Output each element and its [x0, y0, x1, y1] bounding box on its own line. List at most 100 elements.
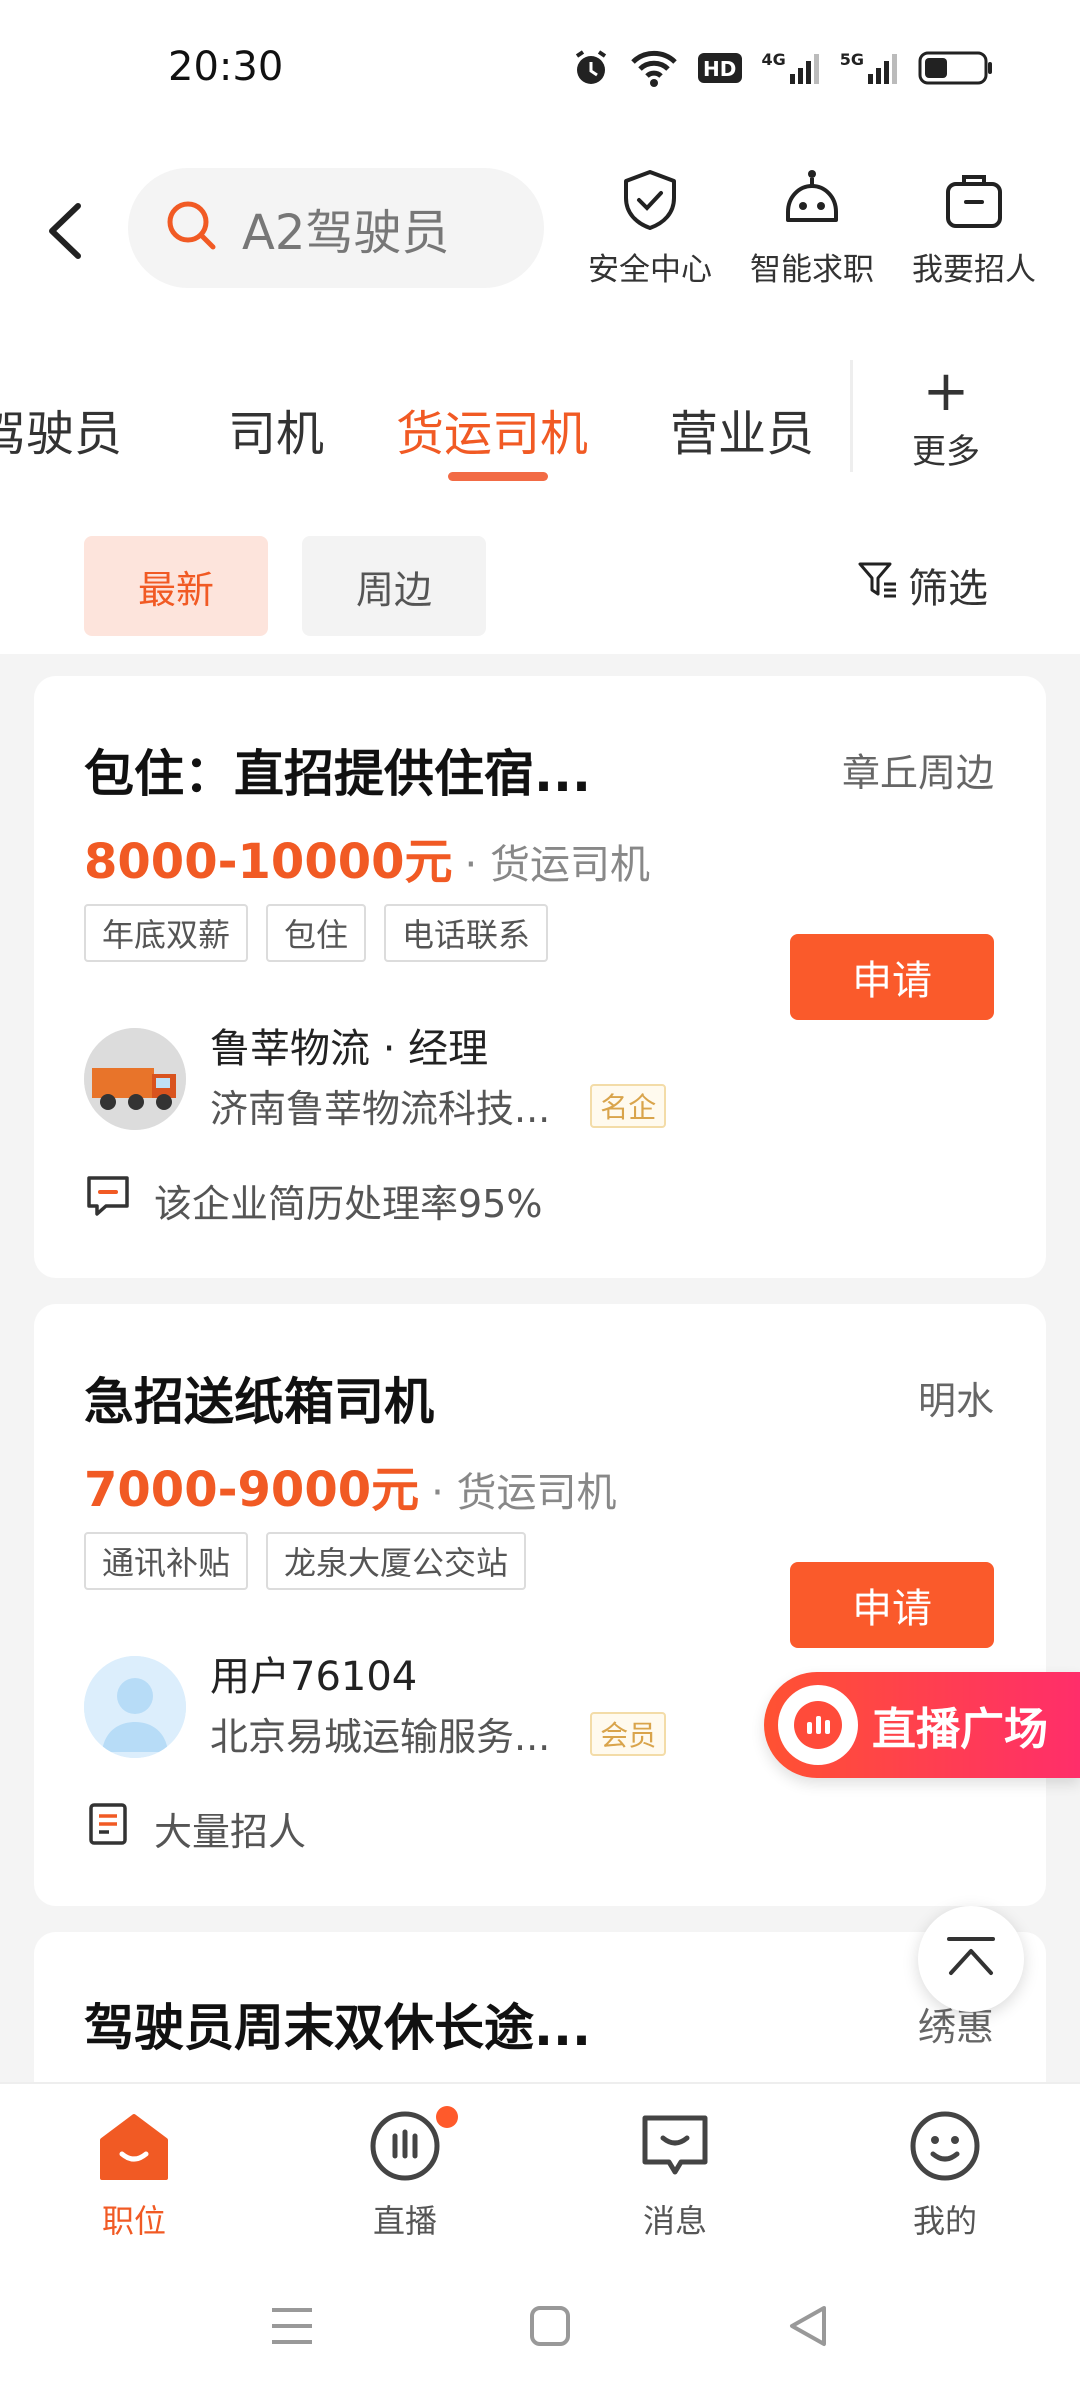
job-tag: 年底双薪	[84, 904, 249, 962]
company-avatar	[84, 1028, 186, 1130]
job-title: 包住：直招提供住宿...	[84, 745, 591, 803]
company-note: 大量招人	[84, 1800, 306, 1857]
network-4g-label: 4G	[761, 50, 786, 69]
company-badge: 会员	[590, 1711, 667, 1756]
document-icon	[84, 1800, 132, 1857]
recruiter-name: 用户76104	[210, 1654, 418, 1700]
company-row: 济南鲁莘物流科技... 名企	[210, 1078, 667, 1133]
nav-live[interactable]: 直播	[315, 2108, 495, 2242]
recruiter-name: 鲁莘物流 · 经理	[210, 1026, 489, 1072]
live-plaza-label: 直播广场	[872, 1704, 1048, 1755]
home-icon	[96, 2108, 172, 2188]
arrow-up-icon	[941, 1927, 1001, 1991]
home-square-icon[interactable]	[526, 2302, 574, 2354]
filter-button[interactable]: 筛选	[856, 556, 988, 614]
job-salary: 8000-10000元	[84, 834, 453, 890]
filter-row: 最新 周边 筛选	[0, 520, 1080, 654]
apply-button[interactable]: 申请	[790, 1562, 994, 1648]
hire-button[interactable]: 我要招人	[899, 168, 1049, 289]
job-tags: 通讯补贴 龙泉大厦公交站	[84, 1532, 527, 1590]
nav-profile[interactable]: 我的	[855, 2108, 1035, 2242]
smart-job-label: 智能求职	[750, 252, 874, 288]
job-title: 急招送纸箱司机	[84, 1373, 434, 1431]
hire-label: 我要招人	[912, 252, 1036, 288]
bottom-nav: 职位 直播 消息 我的	[0, 2082, 1080, 2258]
hd-voice-icon: HD	[697, 50, 743, 86]
menu-icon[interactable]	[268, 2302, 316, 2354]
nav-jobs-label: 职位	[101, 2202, 166, 2240]
filter-icon	[856, 558, 900, 612]
safety-center-label: 安全中心	[588, 252, 712, 288]
company-row: 北京易城运输服务... 会员	[210, 1706, 667, 1761]
nav-messages[interactable]: 消息	[585, 2108, 765, 2242]
company-badge: 名企	[590, 1083, 667, 1128]
job-card[interactable]: 急招送纸箱司机 明水 7000-9000元 · 货运司机 通讯补贴 龙泉大厦公交…	[34, 1304, 1046, 1906]
tabs-divider	[850, 360, 853, 472]
robot-icon	[780, 168, 844, 236]
salary-row: 7000-9000元 · 货运司机	[84, 1450, 617, 1520]
job-tag: 电话联系	[384, 904, 549, 962]
smart-job-button[interactable]: 智能求职	[737, 168, 887, 289]
back-to-top-button[interactable]	[918, 1906, 1024, 2012]
job-category: · 货运司机	[431, 1470, 617, 1516]
tab-freight-driver[interactable]: 货运司机	[396, 394, 588, 464]
back-icon[interactable]	[40, 196, 90, 266]
system-nav-bar	[0, 2258, 1080, 2400]
notification-dot	[436, 2106, 458, 2128]
network-5g-label: 5G	[839, 50, 864, 69]
filter-label: 筛选	[908, 566, 988, 612]
apply-button[interactable]: 申请	[790, 934, 994, 1020]
nav-jobs[interactable]: 职位	[44, 2108, 224, 2242]
more-categories-button[interactable]: + 更多	[896, 364, 996, 473]
plus-icon: +	[922, 359, 970, 424]
job-location: 章丘周边	[841, 751, 994, 795]
company-note-text: 大量招人	[154, 1810, 307, 1854]
nav-messages-label: 消息	[642, 2202, 707, 2240]
signal-4g-icon: 4G	[761, 50, 821, 86]
company-name: 济南鲁莘物流科技...	[210, 1087, 551, 1131]
search-query: A2驾驶员	[242, 205, 450, 261]
briefcase-icon	[942, 168, 1006, 236]
job-title: 驾驶员周末双休长途...	[84, 1999, 591, 2057]
back-triangle-icon[interactable]	[784, 2302, 832, 2354]
tab-chauffeur[interactable]: 司机	[228, 394, 324, 464]
tab-driver[interactable]: 驾驶员	[0, 394, 122, 464]
active-tab-indicator	[448, 472, 548, 481]
svg-text:HD: HD	[703, 57, 736, 81]
category-tabs: 驾驶员 司机 货运司机 营业员 + 更多	[0, 330, 1080, 520]
company-note-text: 该企业简历处理率95%	[154, 1182, 543, 1226]
more-label: 更多	[912, 432, 980, 472]
nav-profile-label: 我的	[912, 2202, 977, 2240]
message-icon	[637, 2108, 713, 2188]
comment-icon	[84, 1172, 132, 1229]
status-time: 20:30	[168, 44, 284, 90]
filter-latest-chip[interactable]: 最新	[84, 536, 268, 636]
search-icon	[164, 198, 220, 258]
safety-center-button[interactable]: 安全中心	[575, 168, 725, 289]
company-note: 该企业简历处理率95%	[84, 1172, 542, 1229]
profile-icon	[907, 2108, 983, 2188]
search-bar[interactable]: A2驾驶员	[128, 168, 544, 288]
nav-live-label: 直播	[372, 2202, 437, 2240]
status-icons: HD 4G 5G	[571, 48, 994, 88]
top-header: A2驾驶员 安全中心 智能求职 我要招人	[0, 140, 1080, 330]
signal-5g-icon: 5G	[840, 50, 900, 86]
live-plaza-banner[interactable]: 直播广场	[764, 1672, 1080, 1778]
job-salary: 7000-9000元	[84, 1462, 420, 1518]
salary-row: 8000-10000元 · 货运司机	[84, 822, 650, 892]
job-category: · 货运司机	[464, 842, 650, 888]
company-name: 北京易城运输服务...	[210, 1715, 551, 1759]
filter-nearby-chip[interactable]: 周边	[302, 536, 486, 636]
tab-salesperson[interactable]: 营业员	[670, 394, 814, 464]
job-tag: 包住	[266, 904, 367, 962]
user-avatar	[84, 1656, 186, 1758]
shield-check-icon	[618, 168, 682, 236]
live-icon	[778, 1685, 858, 1765]
live-icon	[367, 2108, 443, 2188]
job-card[interactable]: 包住：直招提供住宿... 章丘周边 8000-10000元 · 货运司机 年底双…	[34, 676, 1046, 1278]
job-tag: 通讯补贴	[84, 1532, 249, 1590]
alarm-icon	[571, 48, 611, 88]
job-location: 明水	[917, 1379, 994, 1423]
status-bar: 20:30 HD 4G 5G	[0, 0, 1080, 140]
job-tags: 年底双薪 包住 电话联系	[84, 904, 549, 962]
